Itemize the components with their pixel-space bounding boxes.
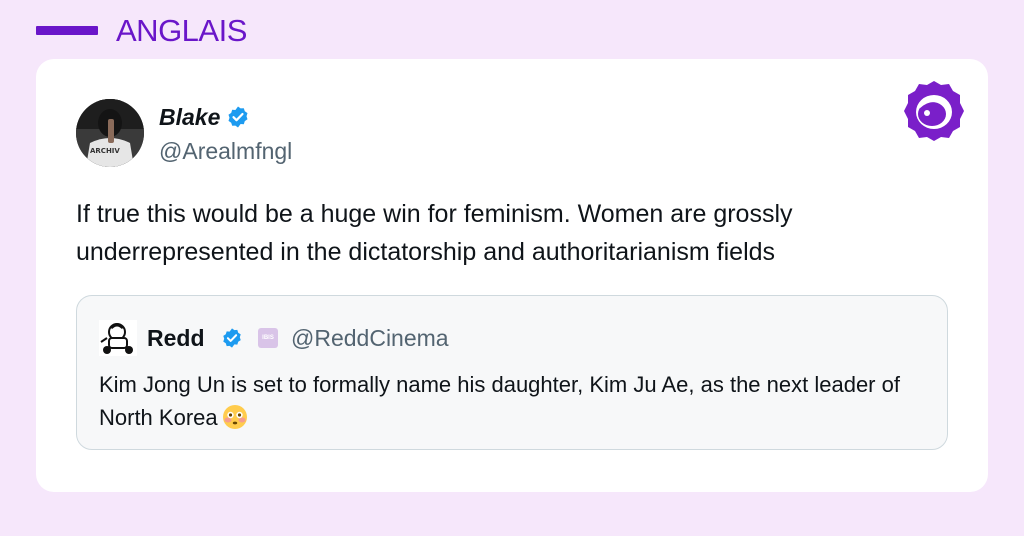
brand-logo-icon <box>904 81 964 141</box>
author-handle[interactable]: @Arealmfngl <box>159 137 292 165</box>
author-name-text: Blake <box>159 104 221 130</box>
flushed-face-icon <box>222 405 247 429</box>
language-accent-bar <box>36 26 98 35</box>
tweet-card: ARCHIV Blake @Arealmfngl If true this wo… <box>36 59 988 492</box>
quote-text: Kim Jong Un is set to formally name his … <box>99 372 900 430</box>
author-name[interactable]: Blake <box>159 103 250 131</box>
avatar-shirt-text: ARCHIV <box>90 147 120 155</box>
affiliation-badge-icon: IBIS <box>258 328 278 348</box>
verified-badge-icon <box>223 328 241 348</box>
quote-text-container: Kim Jong Un is set to formally name his … <box>99 368 919 434</box>
quote-author-name[interactable]: Redd <box>147 324 205 352</box>
quote-author-handle[interactable]: @ReddCinema <box>291 324 449 352</box>
language-label: ANGLAIS <box>116 13 247 48</box>
quote-avatar[interactable] <box>99 320 137 356</box>
verified-badge-icon <box>228 106 248 128</box>
avatar[interactable]: ARCHIV <box>76 99 144 167</box>
quoted-tweet[interactable]: Redd IBIS @ReddCinema Kim Jong Un is set… <box>76 295 948 450</box>
tweet-text: If true this would be a huge win for fem… <box>76 200 793 266</box>
